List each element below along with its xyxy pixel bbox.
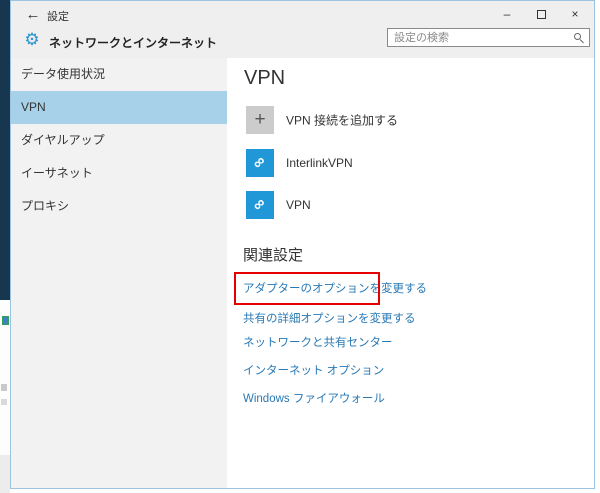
sidebar-item-vpn[interactable]: VPN [11, 91, 227, 124]
gear-icon: ⚙ [22, 30, 42, 50]
vpn-connection-interlinkvpn[interactable]: ∞ InterlinkVPN [246, 149, 466, 177]
close-icon: × [571, 7, 578, 21]
window-title: 設定 [47, 8, 69, 24]
link-change-adapter-options[interactable]: アダプターのオプションを変更する [243, 280, 427, 296]
search-box [387, 28, 590, 47]
back-button[interactable]: ← [21, 4, 45, 26]
search-icon-tail [580, 39, 584, 43]
desktop-background-dark-area [0, 0, 10, 300]
page-title: VPN [244, 67, 285, 90]
titlebar: ← 設定 – × [11, 1, 594, 29]
window-header: ← 設定 – × ⚙ ネットワークとインターネット [11, 1, 594, 58]
background-window-fragment [1, 384, 7, 391]
sidebar-item-proxy[interactable]: プロキシ [11, 190, 227, 223]
vpn-connection-name: VPN [286, 198, 311, 212]
background-window-icon-fragment [2, 316, 9, 325]
plus-glyph: + [254, 109, 265, 131]
settings-window: ← 設定 – × ⚙ ネットワークとインターネット [10, 0, 595, 489]
sidebar-item-dialup[interactable]: ダイヤルアップ [11, 124, 227, 157]
back-arrow-icon: ← [26, 6, 41, 23]
caption-buttons: – × [490, 1, 592, 29]
sidebar-nav: データ使用状況 VPN ダイヤルアップ イーサネット プロキシ [11, 58, 227, 488]
vpn-icon: ∞ [246, 191, 274, 219]
sidebar-item-data-usage[interactable]: データ使用状況 [11, 58, 227, 91]
search-icon[interactable] [574, 33, 584, 43]
background-window-fragment [0, 455, 10, 493]
plus-icon: + [246, 106, 274, 134]
link-windows-firewall[interactable]: Windows ファイアウォール [243, 390, 385, 406]
vpn-glyph: ∞ [250, 195, 269, 214]
vpn-icon: ∞ [246, 149, 274, 177]
vpn-glyph: ∞ [250, 153, 269, 172]
search-input[interactable] [388, 29, 568, 46]
background-window-fragment [1, 399, 7, 405]
category-title: ネットワークとインターネット [49, 34, 217, 51]
maximize-button[interactable] [524, 1, 558, 27]
related-settings-heading: 関連設定 [243, 244, 303, 265]
close-button[interactable]: × [558, 1, 592, 27]
link-change-sharing-options[interactable]: 共有の詳細オプションを変更する [243, 310, 416, 326]
vpn-connection-name: InterlinkVPN [286, 156, 353, 170]
desktop-background-strip [0, 0, 10, 493]
link-internet-options[interactable]: インターネット オプション [243, 362, 384, 378]
link-network-sharing-center[interactable]: ネットワークと共有センター [243, 334, 393, 350]
minimize-icon: – [504, 7, 511, 21]
minimize-button[interactable]: – [490, 1, 524, 27]
add-vpn-button[interactable]: + VPN 接続を追加する [246, 106, 466, 134]
vpn-connection-vpn[interactable]: ∞ VPN [246, 191, 466, 219]
maximize-icon [537, 10, 546, 19]
add-vpn-label: VPN 接続を追加する [286, 112, 398, 129]
sidebar-item-ethernet[interactable]: イーサネット [11, 157, 227, 190]
